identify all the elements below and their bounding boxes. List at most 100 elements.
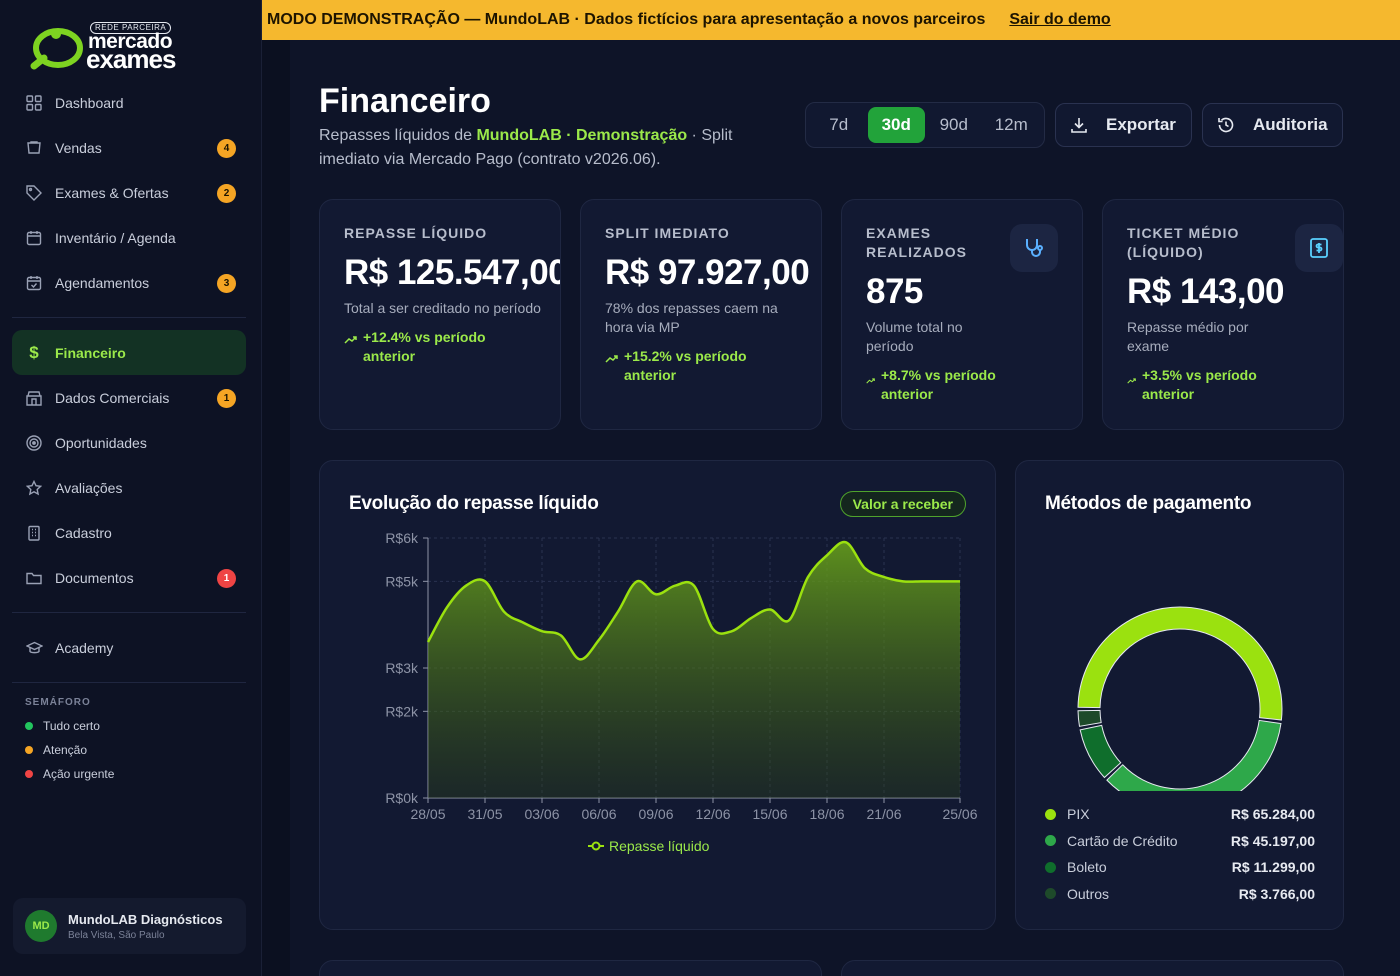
kpi-trend: +15.2% vs período anterior xyxy=(605,347,797,385)
star-icon xyxy=(25,479,43,497)
donut-slice-pix xyxy=(1077,606,1283,721)
legend-dot-icon xyxy=(1045,888,1056,900)
user-info: MundoLAB Diagnósticos Bela Vista, São Pa… xyxy=(68,912,223,941)
x-tick-label: 03/06 xyxy=(524,806,559,822)
period-7d-button[interactable]: 7d xyxy=(810,107,868,143)
trend-up-icon xyxy=(866,369,875,390)
semaforo-label: Atenção xyxy=(43,743,88,757)
period-90d-button[interactable]: 90d xyxy=(925,107,983,143)
legend-label: Outros xyxy=(1067,885,1110,902)
kpi-card-exames-realizados: EXAMES REALIZADOS 875 Volume total no pe… xyxy=(841,199,1083,430)
donut-slice-boleto xyxy=(1079,724,1122,779)
trend-up-icon xyxy=(605,350,618,369)
legend-value: R$ 45.197,00 xyxy=(1230,832,1315,849)
status-dot-icon xyxy=(25,746,33,754)
sidebar-divider xyxy=(12,612,246,613)
semaforo-title: SEMÁFORO xyxy=(25,697,91,708)
bottom-card-right xyxy=(841,960,1344,976)
sidebar-item-financeiro[interactable]: $ Financeiro xyxy=(12,330,246,375)
sidebar-item-label: Exames & Ofertas xyxy=(55,184,169,201)
count-badge: 2 xyxy=(217,184,236,203)
kpi-card-repasse-liquido: REPASSE LÍQUIDO R$ 125.547,00 Total a se… xyxy=(319,199,561,430)
period-selector: 7d 30d 90d 12m xyxy=(805,102,1045,148)
y-tick-label: R$0k xyxy=(385,790,419,806)
kpi-label: EXAMES REALIZADOS xyxy=(866,225,967,260)
y-tick-label: R$6k xyxy=(385,530,419,546)
sidebar-item-exames-ofertas[interactable]: Exames & Ofertas 2 xyxy=(12,170,246,215)
donut-chart xyxy=(1077,606,1283,791)
legend-label: Boleto xyxy=(1067,859,1107,876)
sidebar-item-agendamentos[interactable]: Agendamentos 3 xyxy=(12,260,246,305)
legend-label: PIX xyxy=(1067,806,1090,823)
kpi-label: TICKET MÉDIO (LÍQUIDO) xyxy=(1127,225,1240,260)
x-tick-label: 21/06 xyxy=(866,806,901,822)
user-card[interactable]: MD MundoLAB Diagnósticos Bela Vista, São… xyxy=(13,898,246,954)
sidebar-item-oportunidades[interactable]: Oportunidades xyxy=(12,420,246,465)
sidebar-item-label: Vendas xyxy=(55,139,102,156)
kpi-desc: Total a ser creditado no período xyxy=(344,300,541,316)
legend-value: R$ 65.284,00 xyxy=(1230,806,1315,823)
sidebar-item-dashboard[interactable]: Dashboard xyxy=(12,80,246,125)
sidebar-item-label: Cadastro xyxy=(55,524,112,541)
chart-panel-metodos: Métodos de pagamento PIX R$ 65.284,00 Ca… xyxy=(1015,460,1344,930)
sidebar-item-label: Financeiro xyxy=(55,344,126,361)
y-tick-label: R$2k xyxy=(385,703,419,719)
kpi-trend: +8.7% vs período anterior xyxy=(866,366,1006,404)
kpi-value: R$ 125.547,00 xyxy=(344,253,561,292)
kpi-trend-text: +15.2% vs período anterior xyxy=(624,348,747,383)
main-content: Financeiro Repasses líquidos de MundoLAB… xyxy=(290,40,1400,976)
donut-slice-outros xyxy=(1077,709,1102,727)
x-tick-label: 09/06 xyxy=(638,806,673,822)
legend-dot-icon xyxy=(1045,835,1056,847)
exit-demo-link[interactable]: Sair do demo xyxy=(1009,11,1110,29)
sidebar-item-label: Dashboard xyxy=(55,94,124,111)
kpi-value: R$ 143,00 xyxy=(1127,272,1285,311)
semaforo-label: Ação urgente xyxy=(43,767,115,781)
audit-label: Auditoria xyxy=(1253,115,1328,134)
demo-banner-text: MODO DEMONSTRAÇÃO — MundoLAB · Dados fic… xyxy=(267,11,986,28)
sidebar-item-dados-comerciais[interactable]: Dados Comerciais 1 xyxy=(12,375,246,420)
payment-legend: PIX R$ 65.284,00 Cartão de Crédito R$ 45… xyxy=(1045,801,1315,907)
legend-row: Cartão de Crédito R$ 45.197,00 xyxy=(1045,828,1315,855)
count-badge: 3 xyxy=(217,274,236,293)
user-name: MundoLAB Diagnósticos xyxy=(68,911,223,927)
kpi-card-split-imediato: SPLIT IMEDIATO R$ 97.927,00 78% dos repa… xyxy=(580,199,822,430)
legend-label: Repasse líquido xyxy=(609,838,710,854)
export-label: Exportar xyxy=(1106,115,1176,134)
sidebar-item-avaliacoes[interactable]: Avaliações xyxy=(12,465,246,510)
cart-icon xyxy=(25,139,43,157)
calendar-check-icon xyxy=(25,274,43,292)
legend-dot-icon xyxy=(1045,861,1056,873)
semaforo-item: Atenção xyxy=(25,742,246,758)
kpi-card-ticket-medio: TICKET MÉDIO (LÍQUIDO) R$ 143,00 Repasse… xyxy=(1102,199,1344,430)
kpi-label: SPLIT IMEDIATO xyxy=(605,225,730,241)
x-tick-label: 31/05 xyxy=(467,806,502,822)
x-tick-label: 18/06 xyxy=(809,806,844,822)
sidebar-nav: Dashboard Vendas 4 Exames & Ofertas 2 In… xyxy=(12,80,246,790)
kpi-trend: +12.4% vs período anterior xyxy=(344,328,536,366)
sidebar-item-academy[interactable]: Academy xyxy=(12,625,246,670)
sidebar-item-inventario-agenda[interactable]: Inventário / Agenda xyxy=(12,215,246,260)
x-tick-label: 28/05 xyxy=(410,806,445,822)
sidebar-divider xyxy=(12,682,246,683)
audit-button[interactable]: Auditoria xyxy=(1202,103,1343,147)
sidebar-item-label: Oportunidades xyxy=(55,434,147,451)
avatar: MD xyxy=(25,910,57,942)
sidebar: REDE PARCEIRA mercado exames Dashboard V… xyxy=(0,0,262,976)
sidebar-divider xyxy=(12,317,246,318)
legend-label: Cartão de Crédito xyxy=(1067,832,1178,849)
sidebar-item-cadastro[interactable]: Cadastro xyxy=(12,510,246,555)
semaforo-item: Ação urgente xyxy=(25,766,246,782)
export-button[interactable]: Exportar xyxy=(1055,103,1192,147)
semaforo-label: Tudo certo xyxy=(43,719,100,733)
logo-mark-icon xyxy=(30,28,83,70)
sidebar-item-documentos[interactable]: Documentos 1 xyxy=(12,555,246,600)
sidebar-item-vendas[interactable]: Vendas 4 xyxy=(12,125,246,170)
building-icon xyxy=(25,524,43,542)
period-12m-button[interactable]: 12m xyxy=(983,107,1041,143)
legend-row: PIX R$ 65.284,00 xyxy=(1045,801,1315,828)
period-30d-button[interactable]: 30d xyxy=(867,107,925,143)
brand-logo[interactable]: REDE PARCEIRA mercado exames xyxy=(30,22,220,74)
kpi-value: R$ 97.927,00 xyxy=(605,253,810,292)
kpi-trend-text: +3.5% vs período anterior xyxy=(1142,367,1257,402)
